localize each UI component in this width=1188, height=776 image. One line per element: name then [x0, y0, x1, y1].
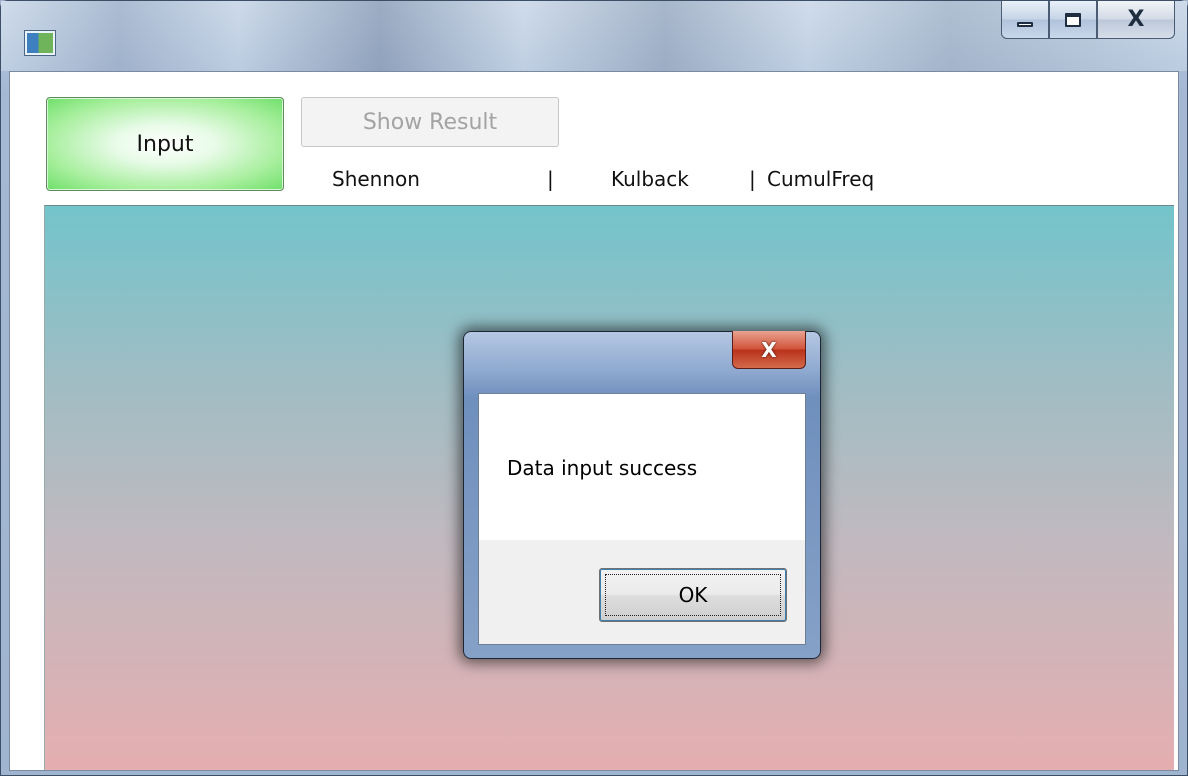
label-separator: | — [547, 167, 554, 191]
minimize-icon — [1017, 22, 1033, 27]
message-dialog: X Data input success OK — [463, 331, 821, 659]
show-result-button[interactable]: Show Result — [301, 97, 559, 147]
app-icon[interactable] — [25, 31, 55, 55]
main-window: X Input Show Result Shennon | Kulback | … — [0, 0, 1188, 776]
dialog-content: Data input success — [479, 394, 805, 540]
label-separator: | — [749, 167, 756, 191]
close-icon: X — [1127, 6, 1145, 32]
caption-buttons: X — [1001, 1, 1175, 41]
title-bar[interactable]: X — [1, 1, 1187, 71]
label-kulback: Kulback — [611, 167, 689, 191]
ok-button[interactable]: OK — [599, 568, 787, 622]
dialog-body: Data input success OK — [478, 393, 806, 645]
label-shennon: Shennon — [332, 167, 420, 191]
input-button[interactable]: Input — [46, 97, 284, 191]
close-icon: X — [761, 337, 777, 362]
close-button[interactable]: X — [1097, 1, 1175, 39]
maximize-icon — [1065, 12, 1081, 27]
label-cumulfreq: CumulFreq — [767, 167, 875, 191]
maximize-button[interactable] — [1049, 1, 1097, 39]
dialog-message: Data input success — [507, 456, 698, 480]
minimize-button[interactable] — [1001, 1, 1049, 39]
dialog-close-button[interactable]: X — [732, 331, 806, 369]
